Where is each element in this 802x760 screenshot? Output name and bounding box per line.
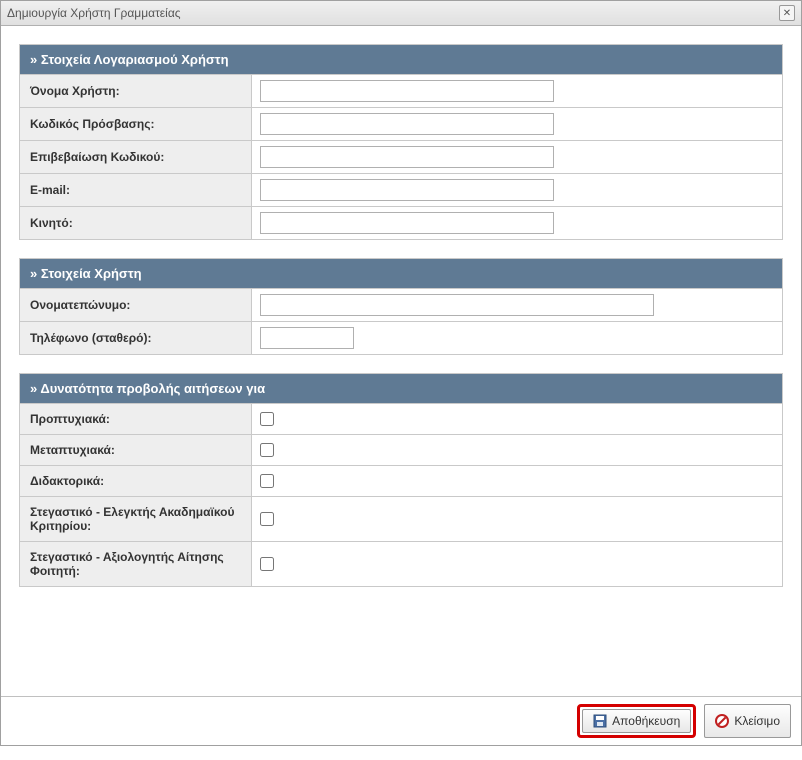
section-account: » Στοιχεία Λογαριασμού Χρήστη Όνομα Χρήσ… xyxy=(19,44,783,240)
cell-undergrad xyxy=(252,404,782,434)
cell-phd xyxy=(252,466,782,496)
cell-username xyxy=(252,75,782,107)
save-button-highlight: Αποθήκευση xyxy=(577,704,696,738)
mobile-input[interactable] xyxy=(260,212,554,234)
label-password: Κωδικός Πρόσβασης: xyxy=(20,108,252,140)
row-housing-academic: Στεγαστικό - Ελεγκτής Ακαδημαϊκού Κριτηρ… xyxy=(20,496,782,541)
label-housing-evaluator: Στεγαστικό - Αξιολογητής Αίτησης Φοιτητή… xyxy=(20,542,252,586)
row-fullname: Ονοματεπώνυμο: xyxy=(20,288,782,321)
close-button[interactable]: Κλείσιμο xyxy=(704,704,791,738)
cell-password xyxy=(252,108,782,140)
phd-checkbox[interactable] xyxy=(260,474,274,488)
cell-housing-academic xyxy=(252,497,782,541)
row-undergrad: Προπτυχιακά: xyxy=(20,403,782,434)
row-password-confirm: Επιβεβαίωση Κωδικού: xyxy=(20,140,782,173)
row-phd: Διδακτορικά: xyxy=(20,465,782,496)
row-phone: Τηλέφωνο (σταθερό): xyxy=(20,321,782,354)
section-account-header: » Στοιχεία Λογαριασμού Χρήστη xyxy=(20,45,782,74)
section-user-header: » Στοιχεία Χρήστη xyxy=(20,259,782,288)
cell-postgrad xyxy=(252,435,782,465)
close-icon: ✕ xyxy=(783,8,791,19)
username-input[interactable] xyxy=(260,80,554,102)
titlebar: Δημιουργία Χρήστη Γραμματείας ✕ xyxy=(1,1,801,26)
row-password: Κωδικός Πρόσβασης: xyxy=(20,107,782,140)
section-view-header: » Δυνατότητα προβολής αιτήσεων για xyxy=(20,374,782,403)
label-postgrad: Μεταπτυχιακά: xyxy=(20,435,252,465)
cell-email xyxy=(252,174,782,206)
label-password-confirm: Επιβεβαίωση Κωδικού: xyxy=(20,141,252,173)
label-mobile: Κινητό: xyxy=(20,207,252,239)
label-username: Όνομα Χρήστη: xyxy=(20,75,252,107)
row-mobile: Κινητό: xyxy=(20,206,782,239)
cell-housing-evaluator xyxy=(252,542,782,586)
window-close-button[interactable]: ✕ xyxy=(779,5,795,21)
label-phone: Τηλέφωνο (σταθερό): xyxy=(20,322,252,354)
cell-fullname xyxy=(252,289,782,321)
postgrad-checkbox[interactable] xyxy=(260,443,274,457)
save-icon xyxy=(593,714,607,728)
row-postgrad: Μεταπτυχιακά: xyxy=(20,434,782,465)
row-username: Όνομα Χρήστη: xyxy=(20,74,782,107)
dialog-content: » Στοιχεία Λογαριασμού Χρήστη Όνομα Χρήσ… xyxy=(1,26,801,696)
undergrad-checkbox[interactable] xyxy=(260,412,274,426)
dialog-window: Δημιουργία Χρήστη Γραμματείας ✕ » Στοιχε… xyxy=(0,0,802,746)
label-housing-academic: Στεγαστικό - Ελεγκτής Ακαδημαϊκού Κριτηρ… xyxy=(20,497,252,541)
cell-password-confirm xyxy=(252,141,782,173)
window-title: Δημιουργία Χρήστη Γραμματείας xyxy=(7,6,181,20)
label-fullname: Ονοματεπώνυμο: xyxy=(20,289,252,321)
save-button[interactable]: Αποθήκευση xyxy=(582,709,691,733)
section-view-permissions: » Δυνατότητα προβολής αιτήσεων για Προπτ… xyxy=(19,373,783,587)
cell-mobile xyxy=(252,207,782,239)
close-button-label: Κλείσιμο xyxy=(734,714,780,728)
password-input[interactable] xyxy=(260,113,554,135)
housing-evaluator-checkbox[interactable] xyxy=(260,557,274,571)
label-email: E-mail: xyxy=(20,174,252,206)
phone-input[interactable] xyxy=(260,327,354,349)
row-email: E-mail: xyxy=(20,173,782,206)
password-confirm-input[interactable] xyxy=(260,146,554,168)
label-undergrad: Προπτυχιακά: xyxy=(20,404,252,434)
cancel-icon xyxy=(715,714,729,728)
fullname-input[interactable] xyxy=(260,294,654,316)
save-button-label: Αποθήκευση xyxy=(612,714,680,728)
housing-academic-checkbox[interactable] xyxy=(260,512,274,526)
cell-phone xyxy=(252,322,782,354)
email-input[interactable] xyxy=(260,179,554,201)
section-user: » Στοιχεία Χρήστη Ονοματεπώνυμο: Τηλέφων… xyxy=(19,258,783,355)
label-phd: Διδακτορικά: xyxy=(20,466,252,496)
dialog-footer: Αποθήκευση Κλείσιμο xyxy=(1,696,801,745)
row-housing-evaluator: Στεγαστικό - Αξιολογητής Αίτησης Φοιτητή… xyxy=(20,541,782,586)
